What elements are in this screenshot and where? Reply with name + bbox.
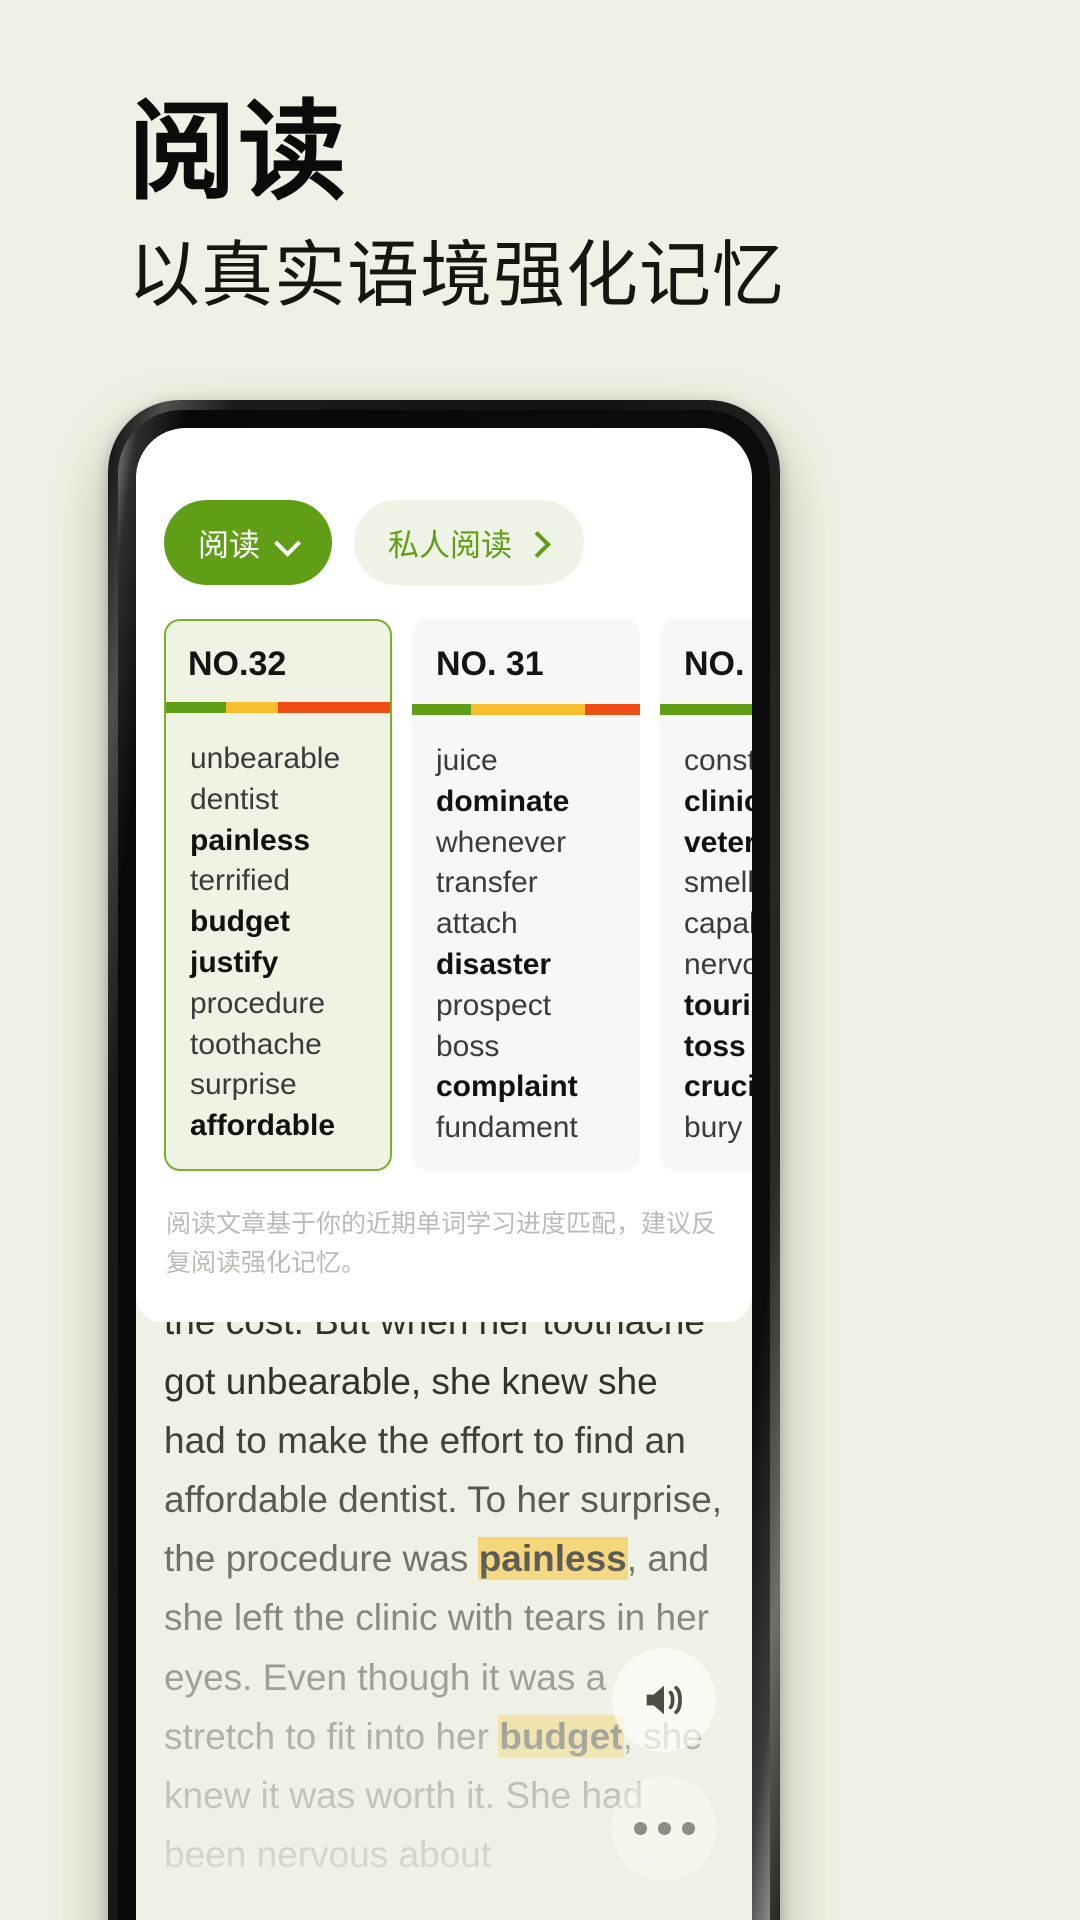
word-item[interactable]: transfer (436, 863, 616, 904)
reading-top-panel: 阅读 私人阅读 NO.32 unbearable dentist painless ter… (136, 428, 752, 1323)
word-item[interactable]: surprise (190, 1065, 366, 1106)
word-card-progress-bar (166, 702, 390, 713)
word-item[interactable]: affordable (190, 1106, 366, 1147)
word-item[interactable]: attach (436, 904, 616, 945)
progress-segment (226, 702, 278, 713)
word-item[interactable]: procedure (190, 984, 366, 1025)
word-card[interactable]: NO.32 unbearable dentist painless terrified b… (164, 619, 392, 1171)
word-item[interactable]: justify (190, 943, 366, 984)
chevron-down-icon (276, 532, 298, 554)
chevron-right-icon (528, 532, 550, 554)
word-item[interactable]: dentist (190, 780, 366, 821)
progress-segment (412, 704, 472, 715)
tab-label: 阅读 (198, 528, 260, 563)
progress-segment (166, 702, 227, 713)
word-card-progress-bar (660, 704, 752, 715)
tab-label: 私人阅读 (388, 528, 512, 563)
headline-block: 阅读 以真实语境强化记忆 (128, 94, 988, 321)
word-item[interactable]: complaint (436, 1067, 616, 1108)
page-subtitle: 以真实语境强化记忆 (128, 235, 786, 316)
word-item[interactable]: terrified (190, 861, 366, 902)
word-item[interactable]: bury (684, 1108, 752, 1149)
word-card-progress-bar (412, 704, 640, 715)
word-item[interactable]: toothache (190, 1025, 366, 1066)
word-card[interactable]: NO. 31 juice dominate whenever transfer attac… (412, 619, 640, 1171)
speaker-icon (646, 1685, 682, 1715)
tab-reading[interactable]: 阅读 (164, 500, 332, 585)
word-list: constantclinicveteransmellcapablenervous… (660, 715, 752, 1157)
tab-private-reading[interactable]: 私人阅读 (354, 500, 584, 585)
word-item[interactable]: fundament (436, 1108, 616, 1149)
word-item[interactable]: veteran (684, 823, 752, 864)
word-item[interactable]: painless (190, 821, 366, 862)
word-card[interactable]: NO. 30 constantclinicveteransmellcapablen… (660, 619, 752, 1171)
word-card-title: NO. 31 (436, 645, 544, 683)
more-options-icon (633, 1821, 695, 1835)
word-list: unbearable dentist painless terrified budget… (166, 713, 390, 1155)
word-item[interactable]: clinic (684, 782, 752, 823)
word-item[interactable]: tourist (684, 986, 752, 1027)
word-item[interactable]: capable (684, 904, 752, 945)
word-item[interactable]: crucial (684, 1067, 752, 1108)
word-item[interactable]: nervous (684, 945, 752, 986)
highlighted-word-yellow[interactable]: painless (478, 1538, 627, 1580)
progress-segment (471, 704, 586, 715)
panel-caption: 阅读文章基于你的近期单词学习进度匹配，建议反复阅读强化记忆。 (166, 1209, 717, 1277)
phone-screen: Jane put off going to the dentist for ye… (136, 428, 752, 1920)
word-item[interactable]: budget (190, 902, 366, 943)
word-item[interactable]: smell (684, 863, 752, 904)
progress-segment (277, 702, 390, 713)
tab-row: 阅读 私人阅读 (136, 500, 752, 585)
word-item[interactable]: unbearable (190, 739, 366, 780)
word-list: juice dominate whenever transfer attach disas… (412, 715, 640, 1157)
word-item[interactable]: whenever (436, 823, 616, 864)
word-card-title: NO. 30 (684, 645, 752, 683)
word-cards-row: NO.32 unbearable dentist painless terrified b… (136, 619, 752, 1171)
word-item[interactable]: constant (684, 741, 752, 782)
word-card-title: NO.32 (188, 645, 287, 683)
page-title: 阅读 (128, 94, 349, 213)
word-item[interactable]: toss (684, 1027, 752, 1068)
speaker-button[interactable] (612, 1648, 716, 1752)
word-item[interactable]: disaster (436, 945, 616, 986)
word-item[interactable]: prospect (436, 986, 616, 1027)
word-item[interactable]: dominate (436, 782, 616, 823)
progress-segment (585, 704, 640, 715)
phone-mockup: Jane put off going to the dentist for ye… (108, 400, 780, 1920)
progress-segment (660, 704, 752, 715)
more-options-button[interactable] (612, 1776, 716, 1880)
word-item[interactable]: juice (436, 741, 616, 782)
word-item[interactable]: boss (436, 1027, 616, 1068)
highlighted-word-yellow[interactable]: budget (499, 1715, 623, 1757)
